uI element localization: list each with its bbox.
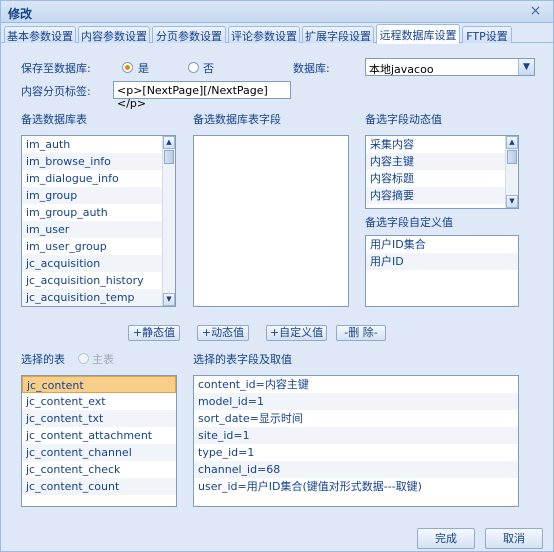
save-yes-radio[interactable]	[122, 62, 133, 73]
list-item[interactable]: 内容主键	[366, 153, 518, 170]
scroll-down-icon[interactable]: ▼	[506, 195, 518, 208]
title-bar: 修改 ×	[1, 1, 553, 23]
main-table-radio[interactable]	[78, 353, 89, 364]
selected-tables-label: 选择的表	[21, 353, 65, 366]
candidate-tables-list[interactable]: im_auth im_browse_info im_dialogue_info …	[21, 135, 176, 307]
selected-fields-list[interactable]: content_id=内容主键 model_id=1 sort_date=显示时…	[193, 375, 519, 507]
list-item[interactable]: jc_content_txt	[22, 410, 176, 427]
scroll-down-icon[interactable]: ▼	[163, 293, 175, 306]
dynamic-values-list[interactable]: 采集内容 内容主键 内容标题 内容摘要 ▲ ▼	[365, 135, 519, 209]
list-item[interactable]: type_id=1	[194, 444, 518, 461]
list-item[interactable]: im_user	[22, 221, 175, 238]
custom-values-list[interactable]: 用户ID集合 用户ID	[365, 235, 519, 307]
list-item[interactable]: jc_acquisition_temp	[22, 289, 175, 306]
list-item[interactable]: model_id=1	[194, 393, 518, 410]
tab-pagination[interactable]: 分页参数设置	[152, 26, 226, 43]
tab-remote-database[interactable]: 远程数据库设置	[376, 24, 460, 44]
tab-content[interactable]: 内容参数设置	[78, 26, 150, 43]
list-item[interactable]: jc_content_count	[22, 478, 176, 495]
list-item[interactable]: content_id=内容主键	[194, 376, 518, 393]
list-item[interactable]: im_user_group	[22, 238, 175, 255]
list-item[interactable]: jc_content_check	[22, 461, 176, 478]
database-select[interactable]: 本地javacoo ▼	[365, 58, 535, 76]
list-item[interactable]: 采集内容	[366, 136, 518, 153]
list-item[interactable]: 内容标题	[366, 170, 518, 187]
list-item[interactable]: 用户ID	[366, 253, 518, 270]
tab-strip: 基本参数设置 内容参数设置 分页参数设置 评论参数设置 扩展字段设置 远程数据库…	[1, 24, 553, 44]
close-icon[interactable]: ×	[528, 4, 543, 19]
cancel-button[interactable]: 取消	[485, 528, 543, 549]
list-item[interactable]: im_group	[22, 187, 175, 204]
dialog-title: 修改	[8, 7, 33, 21]
delete-button[interactable]: -删 除-	[336, 325, 386, 341]
list-item[interactable]: jc_acquisition_history	[22, 272, 175, 289]
list-item[interactable]: jc_acquisition	[22, 255, 175, 272]
selected-fields-label: 选择的表字段及取值	[193, 353, 292, 366]
finish-button[interactable]: 完成	[417, 528, 475, 549]
list-item[interactable]: sort_date=显示时间	[194, 410, 518, 427]
scroll-up-icon[interactable]: ▲	[506, 136, 518, 149]
dynamic-values-label: 备选字段动态值	[365, 113, 442, 126]
tab-comments[interactable]: 评论参数设置	[228, 26, 300, 43]
list-item[interactable]: jc_content_attachment	[22, 427, 176, 444]
list-item[interactable]: im_auth	[22, 136, 175, 153]
add-dynamic-value-button[interactable]: +动态值	[197, 325, 249, 341]
save-to-db-label: 保存至数据库:	[21, 62, 91, 75]
list-item[interactable]: 内容摘要	[366, 187, 518, 204]
candidate-fields-list[interactable]	[193, 135, 349, 307]
save-no-label: 否	[203, 62, 214, 75]
list-item[interactable]: site_id=1	[194, 427, 518, 444]
scroll-thumb[interactable]	[164, 150, 174, 164]
selected-tables-list[interactable]: jc_content jc_content_ext jc_content_txt…	[21, 375, 177, 507]
scroll-up-icon[interactable]: ▲	[163, 136, 175, 149]
candidate-tables-label: 备选数据库表	[21, 113, 87, 126]
list-item[interactable]: jc_content_ext	[22, 393, 176, 410]
save-no-radio[interactable]	[188, 62, 199, 73]
list-item[interactable]: im_group_auth	[22, 204, 175, 221]
candidate-fields-label: 备选数据库表字段	[193, 113, 281, 126]
list-item-selected[interactable]: jc_content	[22, 376, 176, 393]
tab-basic[interactable]: 基本参数设置	[4, 26, 76, 43]
list-item[interactable]: user_id=用户ID集合(键值对形式数据---取键)	[194, 478, 518, 495]
save-yes-label: 是	[138, 62, 149, 75]
list-item[interactable]: channel_id=68	[194, 461, 518, 478]
tables-scrollbar[interactable]: ▲ ▼	[162, 136, 175, 306]
page-tag-label: 内容分页标签:	[21, 85, 91, 98]
list-item[interactable]: im_dialogue_info	[22, 170, 175, 187]
database-label: 数据库:	[293, 62, 330, 75]
chevron-down-icon[interactable]: ▼	[518, 59, 534, 75]
remote-db-panel: 保存至数据库: 是 否 数据库: 本地javacoo ▼ 内容分页标签: <p>…	[1, 43, 553, 519]
add-custom-value-button[interactable]: +自定义值	[266, 325, 327, 341]
list-item[interactable]: 用户ID集合	[366, 236, 518, 253]
list-item[interactable]: im_browse_info	[22, 153, 175, 170]
custom-values-label: 备选字段自定义值	[365, 216, 453, 229]
tab-ftp[interactable]: FTP设置	[462, 26, 512, 43]
list-item[interactable]: jc_content_channel	[22, 444, 176, 461]
database-value: 本地javacoo	[369, 63, 434, 76]
main-table-label: 主表	[92, 353, 114, 366]
tab-extended-fields[interactable]: 扩展字段设置	[302, 26, 374, 43]
page-tag-input[interactable]: <p>[NextPage][/NextPage]</p>	[113, 81, 291, 110]
scroll-thumb[interactable]	[507, 150, 517, 164]
add-static-value-button[interactable]: +静态值	[128, 325, 180, 341]
edit-dialog: 修改 × 基本参数设置 内容参数设置 分页参数设置 评论参数设置 扩展字段设置 …	[0, 0, 554, 552]
dynamic-values-scrollbar[interactable]: ▲ ▼	[505, 136, 518, 208]
